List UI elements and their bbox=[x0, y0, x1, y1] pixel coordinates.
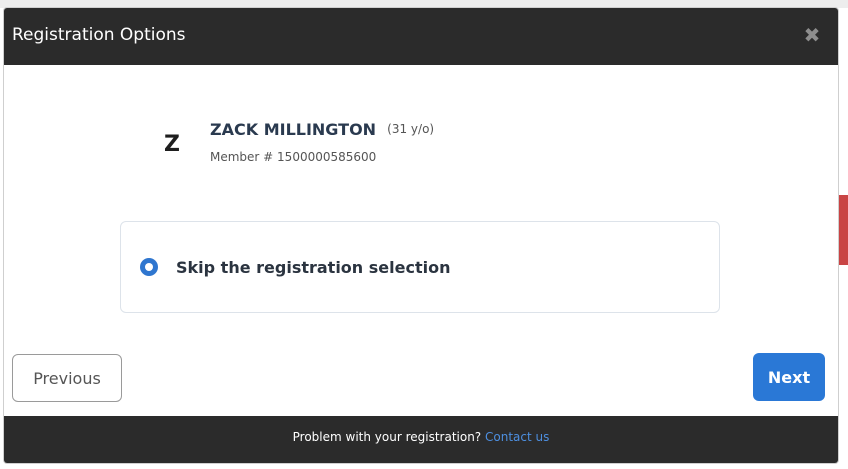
modal-header: Registration Options ✖ bbox=[4, 8, 838, 65]
option-card-skip-registration[interactable]: Skip the registration selection bbox=[120, 221, 720, 313]
member-name: ZACK MILLINGTON bbox=[210, 120, 377, 139]
previous-button[interactable]: Previous bbox=[12, 354, 122, 402]
modal-title: Registration Options bbox=[12, 25, 186, 45]
close-icon[interactable]: ✖ bbox=[800, 21, 824, 49]
member-age: (31 y/o) bbox=[387, 122, 435, 136]
member-summary: Z ZACK MILLINGTON (31 y/o) Member # 1500… bbox=[154, 120, 554, 180]
next-button[interactable]: Next bbox=[753, 353, 825, 401]
radio-dot bbox=[145, 263, 153, 271]
background-page-strip bbox=[0, 0, 848, 8]
page: Registration Options ✖ Z ZACK MILLINGTON… bbox=[0, 0, 848, 469]
contact-us-link[interactable]: Contact us bbox=[485, 430, 549, 444]
radio-selected-icon[interactable] bbox=[140, 258, 158, 276]
footer-help-text: Problem with your registration? Contact … bbox=[4, 430, 838, 444]
registration-options-modal: Registration Options ✖ Z ZACK MILLINGTON… bbox=[4, 8, 838, 463]
member-initial-avatar: Z bbox=[164, 132, 180, 157]
modal-footer: Problem with your registration? Contact … bbox=[4, 416, 838, 463]
member-name-row: ZACK MILLINGTON (31 y/o) bbox=[210, 120, 434, 139]
member-id: Member # 1500000585600 bbox=[210, 150, 377, 164]
footer-message: Problem with your registration? bbox=[292, 430, 482, 444]
option-label: Skip the registration selection bbox=[176, 258, 451, 277]
